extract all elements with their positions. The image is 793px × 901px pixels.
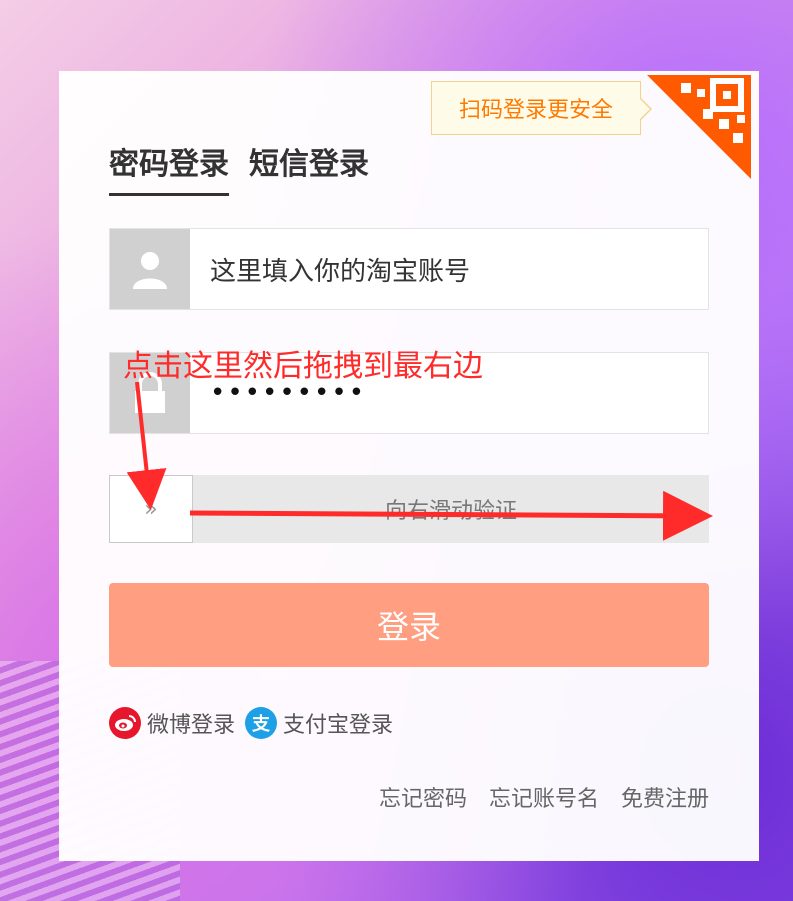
slide-verify-track[interactable]: » 向右滑动验证 <box>109 475 709 543</box>
weibo-login-label: 微博登录 <box>147 713 236 738</box>
qr-login-tip-text: 扫码登录更安全 <box>458 98 613 123</box>
login-button[interactable]: 登录 <box>109 583 709 667</box>
register-link[interactable]: 免费注册 <box>621 781 709 813</box>
slide-verify-handle[interactable]: » <box>109 475 193 543</box>
login-card: 扫码登录更安全 密码登录 短信登录 这里填入你的淘宝账号 ••••••••• »… <box>59 71 759 861</box>
forgot-password-link[interactable]: 忘记密码 <box>379 781 467 813</box>
alipay-icon-glyph: 支 <box>252 714 271 735</box>
weibo-icon <box>109 707 141 739</box>
annotation-text: 点击这里然后拖拽到最右边 <box>123 349 483 384</box>
double-chevron-right-icon: » <box>144 496 158 522</box>
qr-code-icon[interactable] <box>647 75 751 179</box>
slide-verify-label: 向右滑动验证 <box>384 499 517 524</box>
social-login-row: 微博登录 支 支付宝登录 <box>109 707 393 739</box>
tab-sms-login[interactable]: 短信登录 <box>249 139 369 196</box>
alipay-icon: 支 <box>245 707 278 739</box>
login-button-label: 登录 <box>376 608 441 646</box>
account-links: 忘记密码 忘记账号名 免费注册 <box>379 781 709 813</box>
alipay-login-label: 支付宝登录 <box>283 713 394 738</box>
username-input[interactable]: 这里填入你的淘宝账号 <box>210 251 470 288</box>
username-field[interactable]: 这里填入你的淘宝账号 <box>109 228 709 310</box>
forgot-account-link[interactable]: 忘记账号名 <box>489 781 599 813</box>
weibo-login-link[interactable]: 微博登录 <box>109 707 235 739</box>
qr-login-tip: 扫码登录更安全 <box>431 81 652 135</box>
alipay-login-link[interactable]: 支 支付宝登录 <box>245 707 393 739</box>
login-tabs: 密码登录 短信登录 <box>109 139 369 196</box>
tab-password-login[interactable]: 密码登录 <box>109 139 229 196</box>
user-icon <box>110 229 190 309</box>
